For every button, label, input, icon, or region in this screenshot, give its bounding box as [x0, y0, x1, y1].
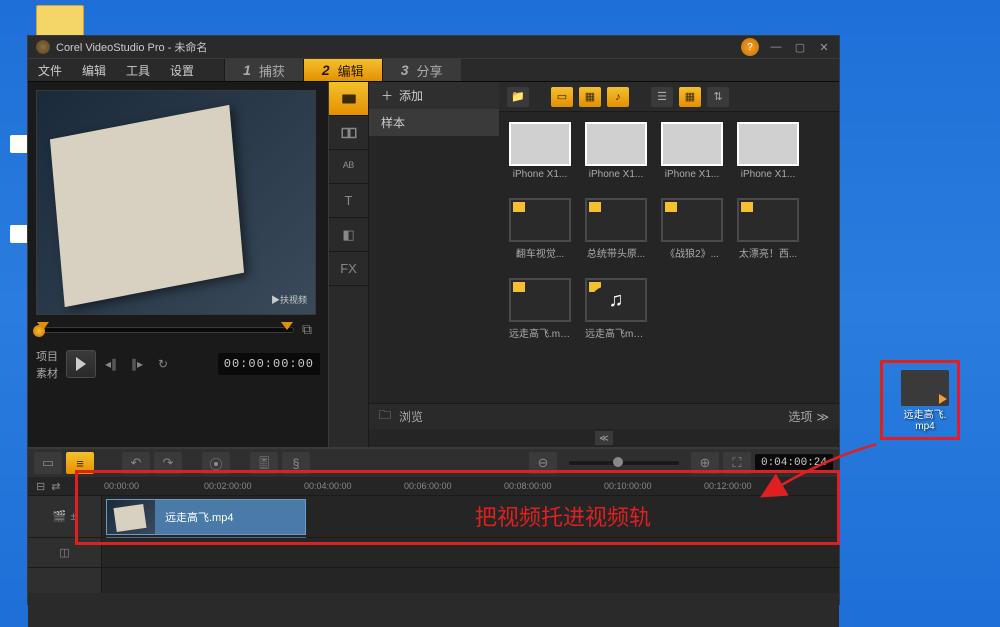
preview-timecode[interactable]: 00:00:00:00 — [218, 353, 320, 375]
scrubber[interactable] — [36, 327, 294, 333]
toggle-tracks-icon[interactable]: ⊟ — [36, 480, 45, 493]
tl-storyboard-view[interactable]: ▭ — [34, 452, 62, 474]
desktop-edge-icon-1 — [10, 135, 28, 153]
app-window: Corel VideoStudio Pro - 未命名 ? — ▢ ✕ 文件 编… — [27, 35, 840, 605]
tl-redo-button[interactable]: ↷ — [154, 452, 182, 474]
collapse-library-button[interactable]: ≪ — [595, 431, 613, 445]
mark-out-icon[interactable] — [281, 322, 293, 330]
menubar: 文件 编辑 工具 设置 1捕获 2编辑 3分享 — [28, 58, 839, 82]
lib-tab-media[interactable] — [329, 82, 368, 116]
lib-sort-button[interactable]: ⇅ — [707, 87, 729, 107]
browse-label[interactable]: 浏览 — [399, 408, 423, 425]
lib-tab-text[interactable]: T — [329, 184, 368, 218]
mode-clip-label[interactable]: 素材 — [36, 365, 58, 381]
menu-tools[interactable]: 工具 — [116, 59, 160, 81]
lib-filter-audio[interactable]: ♪ — [607, 87, 629, 107]
overlay-track[interactable]: ◫ — [28, 537, 839, 567]
mode-project-label[interactable]: 项目 — [36, 348, 58, 364]
chevron-icon: ≫ — [816, 410, 829, 424]
close-button[interactable]: ✕ — [817, 40, 831, 54]
zoom-fit-button[interactable]: ⛶ — [723, 452, 751, 474]
video-track[interactable]: 🎬± 远走高飞.mp4 — [28, 495, 839, 537]
options-button[interactable]: 选项≫ — [788, 408, 829, 425]
plus-icon[interactable]: ± — [70, 511, 76, 523]
lib-tab-title[interactable]: ᴬᴮ — [329, 150, 368, 184]
next-frame-button[interactable]: ∥▸ — [126, 353, 148, 375]
video-track-icon: 🎬 — [53, 510, 67, 523]
minimize-button[interactable]: — — [769, 40, 783, 54]
desktop-video-file[interactable]: 远走高飞. mp4 — [895, 370, 955, 432]
timeline-panel: ▭ ≡ ↶ ↷ ⦿ 🎚 § ⊖ ⊕ ⛶ 0:04:00:24 ⊟ ⇄ 00:00… — [28, 447, 839, 627]
lib-item[interactable]: 远走高飞mp... — [585, 278, 647, 340]
library-grid: iPhone X1... iPhone X1... iPhone X1... i… — [499, 112, 839, 403]
tl-timeline-view[interactable]: ≡ — [66, 452, 94, 474]
playhead-icon[interactable] — [33, 325, 45, 337]
prev-frame-button[interactable]: ◂∥ — [100, 353, 122, 375]
lib-filter-photo[interactable]: ▦ — [579, 87, 601, 107]
lib-tab-transition[interactable] — [329, 116, 368, 150]
library-panel: ᴬᴮ T ◧ FX ＋添加 样本 📁 ▭ ▦ — [328, 82, 839, 447]
tl-record-button[interactable]: ⦿ — [202, 452, 230, 474]
desktop-edge-icon-2 — [10, 225, 28, 243]
overlay-track-icon: ◫ — [59, 546, 69, 559]
tl-undo-button[interactable]: ↶ — [122, 452, 150, 474]
lib-item[interactable]: 《战狼2》... — [661, 198, 723, 260]
lib-item[interactable]: iPhone X1... — [585, 122, 647, 180]
ripple-icon[interactable]: ⇄ — [51, 480, 60, 493]
timeline-clip[interactable]: 远走高飞.mp4 — [106, 499, 306, 535]
zoom-out-button[interactable]: ⊖ — [529, 452, 557, 474]
titlebar: Corel VideoStudio Pro - 未命名 ? — ▢ ✕ — [28, 36, 839, 58]
lib-item[interactable]: 总统带头原... — [585, 198, 647, 260]
zoom-in-button[interactable]: ⊕ — [691, 452, 719, 474]
lib-tab-filter[interactable]: FX — [329, 252, 368, 286]
lib-view-list[interactable]: ☰ — [651, 87, 673, 107]
app-icon — [36, 40, 50, 54]
play-button[interactable] — [66, 350, 96, 378]
lib-folder-sample[interactable]: 样本 — [369, 109, 499, 136]
lib-item[interactable]: iPhone X1... — [661, 122, 723, 180]
zoom-slider[interactable] — [569, 461, 679, 465]
lib-item[interactable]: iPhone X1... — [509, 122, 571, 180]
menu-edit[interactable]: 编辑 — [72, 59, 116, 81]
timeline-ruler[interactable]: ⊟ ⇄ 00:00:00 00:02:00:00 00:04:00:00 00:… — [28, 477, 839, 495]
title-track[interactable] — [28, 567, 839, 593]
lib-item[interactable]: 翻车视觉... — [509, 198, 571, 260]
lib-import-button[interactable]: 📁 — [507, 87, 529, 107]
lib-item[interactable]: 太漂亮！西... — [737, 198, 799, 260]
folder-icon: 🗀 — [379, 406, 391, 427]
preview-screen[interactable]: ▶扶视频 — [36, 90, 316, 315]
lib-item[interactable]: iPhone X1... — [737, 122, 799, 180]
plus-icon: ＋ — [381, 87, 393, 104]
step-edit[interactable]: 2编辑 — [303, 59, 382, 81]
menu-settings[interactable]: 设置 — [160, 59, 204, 81]
stop-button[interactable]: ↻ — [152, 353, 174, 375]
desktop-video-file-label: 远走高飞. mp4 — [895, 406, 955, 432]
watermark: ▶扶视频 — [271, 293, 307, 306]
step-share[interactable]: 3分享 — [382, 59, 461, 81]
lib-filter-video[interactable]: ▭ — [551, 87, 573, 107]
step-capture[interactable]: 1捕获 — [224, 59, 303, 81]
menu-file[interactable]: 文件 — [28, 59, 72, 81]
repeat-icon[interactable]: ⧉ — [302, 321, 320, 339]
lib-view-grid[interactable]: ▦ — [679, 87, 701, 107]
help-button[interactable]: ? — [741, 38, 759, 56]
preview-panel: ▶扶视频 ⧉ 项目 素材 ◂∥ ∥▸ ↻ 00:00:00:00 — [28, 82, 328, 447]
timeline-timecode[interactable]: 0:04:00:24 — [755, 454, 833, 472]
maximize-button[interactable]: ▢ — [793, 40, 807, 54]
tl-auto-music-button[interactable]: § — [282, 452, 310, 474]
tl-mixer-button[interactable]: 🎚 — [250, 452, 278, 474]
lib-add-folder[interactable]: ＋添加 — [369, 82, 499, 109]
lib-item[interactable]: 远走高飞.mp4 — [509, 278, 571, 340]
lib-tab-graphic[interactable]: ◧ — [329, 218, 368, 252]
window-title: Corel VideoStudio Pro - 未命名 — [56, 39, 207, 55]
